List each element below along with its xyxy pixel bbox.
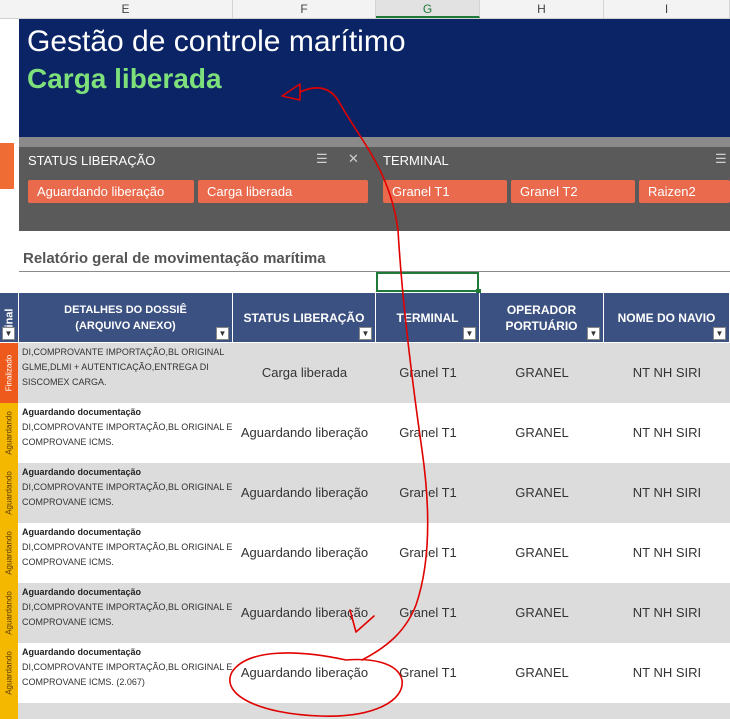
row-details: DI,COMPROVANTE IMPORTAÇÃO,BL ORIGINAL GL… [22,347,224,387]
row-status: Aguardando liberação [240,425,369,440]
row-details: Aguardando documentação DI,COMPROVANTE IM… [22,527,233,567]
row-status: Aguardando liberação [240,605,369,620]
row-status: Carga liberada [261,365,348,380]
side-tab [0,143,14,189]
row-details: Aguardando documentação DI,COMPROVANTE IM… [22,407,233,447]
column-header-e[interactable]: E [19,0,233,18]
row-ship: NT NH SIRI [632,485,702,500]
next-row-stub [0,703,730,719]
row-operator: GRANEL [515,485,569,500]
terminal-chip-raizen2[interactable]: Raizen2 [639,180,730,203]
row-ship: NT NH SIRI [632,545,702,560]
next-row-tag [0,703,18,719]
filter-dropdown-icon[interactable]: ▼ [216,327,229,340]
row-ship: NT NH SIRI [632,665,702,680]
row-details: Aguardando documentação DI,COMPROVANTE IM… [22,587,233,627]
status-tag-aguardando: Aguardando [0,463,18,523]
header-terminal-label: TERMINAL [396,310,459,325]
report-title: Relatório geral de movimentação marítima [23,250,326,267]
terminal-chip-granel-t2[interactable]: Granel T2 [511,180,635,203]
row-operator: GRANEL [515,545,569,560]
status-chip-carga-liberada[interactable]: Carga liberada [198,180,368,203]
row-operator: GRANEL [515,665,569,680]
row-terminal: Granel T1 [399,485,457,500]
header-ship: NOME DO NAVIO ▼ [604,293,730,342]
header-status: STATUS LIBERAÇÃO ▼ [233,293,376,342]
table-row[interactable]: Aguardando Aguardando documentação DI,COM… [0,643,730,703]
header-side: inal ▼ [0,293,19,342]
filter-dropdown-icon[interactable]: ▼ [2,327,15,340]
filter-dropdown-icon[interactable]: ▼ [463,327,476,340]
terminal-slicer-title: TERMINAL [383,153,449,168]
selected-cell[interactable] [376,272,481,294]
column-header-h[interactable]: H [480,0,604,18]
header-operator: OPERADOR PORTUÁRIO ▼ [480,293,604,342]
multi-select-icon[interactable]: ☰ [316,151,328,167]
status-tag-aguardando: Aguardando [0,583,18,643]
header-status-label: STATUS LIBERAÇÃO [243,310,365,325]
row-terminal: Granel T1 [399,365,457,380]
table-row[interactable]: Aguardando Aguardando documentação DI,COM… [0,463,730,523]
header-details-label: DETALHES DO DOSSIÊ (ARQUIVO ANEXO) [64,303,187,332]
row-status: Aguardando liberação [240,665,369,680]
header-operator-label: OPERADOR PORTUÁRIO [505,302,578,333]
column-header-f[interactable]: F [233,0,376,18]
table-row[interactable]: Finalizado DI,COMPROVANTE IMPORTAÇÃO,BL … [0,343,730,403]
row-details: Aguardando documentação DI,COMPROVANTE IM… [22,467,233,507]
dashboard-banner: Gestão de controle marítimo Carga libera… [19,19,730,137]
row-ship: NT NH SIRI [632,605,702,620]
row-terminal: Granel T1 [399,665,457,680]
table-row[interactable]: Aguardando Aguardando documentação DI,COM… [0,523,730,583]
table-row[interactable]: Aguardando Aguardando documentação DI,COM… [0,403,730,463]
status-tag-aguardando: Aguardando [0,523,18,583]
row-status: Aguardando liberação [240,545,369,560]
status-tag-finalizado: Finalizado [0,343,18,403]
header-terminal: TERMINAL ▼ [376,293,480,342]
filter-dropdown-icon[interactable]: ▼ [713,327,726,340]
row-operator: GRANEL [515,605,569,620]
terminal-chip-granel-t1[interactable]: Granel T1 [383,180,507,203]
header-details: DETALHES DO DOSSIÊ (ARQUIVO ANEXO) ▼ [19,293,233,342]
row-terminal: Granel T1 [399,605,457,620]
header-ship-label: NOME DO NAVIO [617,310,716,325]
row-terminal: Granel T1 [399,545,457,560]
status-chip-aguardando[interactable]: Aguardando liberação [28,180,194,203]
multi-select-icon[interactable]: ☰ [715,151,727,167]
banner-subtitle: Carga liberada [27,63,222,94]
row-terminal: Granel T1 [399,425,457,440]
filter-dropdown-icon[interactable]: ▼ [359,327,372,340]
column-header-g[interactable]: G [376,0,480,18]
status-tag-aguardando: Aguardando [0,403,18,463]
status-tag-aguardando: Aguardando [0,643,18,703]
row-operator: GRANEL [515,365,569,380]
row-details: Aguardando documentação DI,COMPROVANTE IM… [22,647,233,687]
column-header-i[interactable]: I [604,0,730,18]
row-status: Aguardando liberação [240,485,369,500]
column-header-bar: E F G H I [0,0,730,19]
status-slicer-title: STATUS LIBERAÇÃO [28,153,156,168]
clear-filter-icon[interactable]: ✕ [348,151,359,167]
row-ship: NT NH SIRI [632,425,702,440]
table-row[interactable]: Aguardando Aguardando documentação DI,COM… [0,583,730,643]
filter-dropdown-icon[interactable]: ▼ [587,327,600,340]
report-divider [19,271,730,272]
banner-title: Gestão de controle marítimo [27,25,406,58]
row-operator: GRANEL [515,425,569,440]
header-side-label: inal [3,308,16,327]
row-ship: NT NH SIRI [632,365,702,380]
